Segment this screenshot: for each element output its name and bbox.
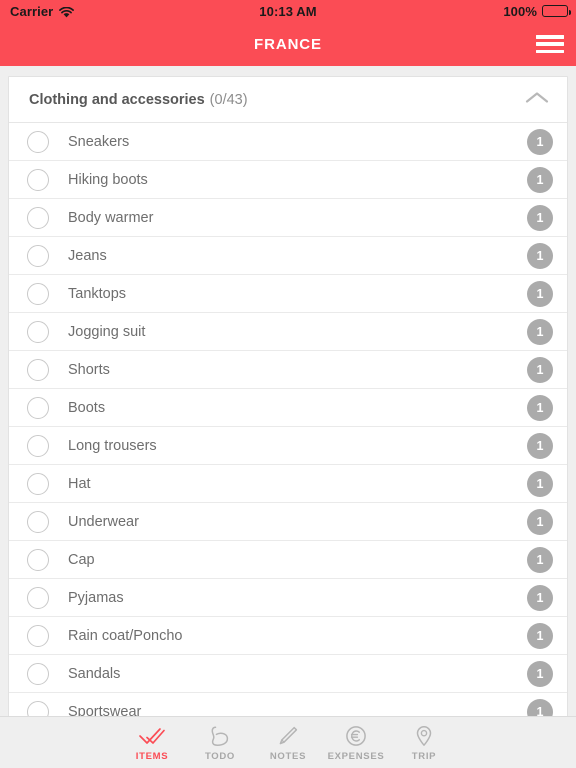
map-pin-icon: [413, 724, 435, 748]
item-quantity-badge[interactable]: 1: [527, 470, 553, 497]
item-label: Tanktops: [68, 285, 127, 302]
battery-full-icon: [542, 5, 571, 17]
items-scroll-area[interactable]: Clothing and accessories (0/43) Sneakers…: [0, 66, 576, 716]
double-check-icon: [138, 724, 166, 748]
item-checkbox[interactable]: [27, 472, 49, 495]
flexed-bicep-icon: [209, 724, 231, 748]
list-item[interactable]: Body warmer 1: [9, 199, 567, 237]
item-label: Hat: [68, 475, 91, 492]
item-checkbox[interactable]: [27, 701, 49, 716]
list-item[interactable]: Hiking boots 1: [9, 161, 567, 199]
item-checkbox[interactable]: [27, 434, 49, 457]
list-item[interactable]: Jeans 1: [9, 237, 567, 275]
item-checkbox[interactable]: [27, 662, 49, 685]
list-item[interactable]: Rain coat/Poncho 1: [9, 617, 567, 655]
status-bar-right: 100%: [503, 3, 571, 19]
list-item[interactable]: Jogging suit 1: [9, 313, 567, 351]
tab-label-todo: TODO: [204, 750, 236, 762]
item-checkbox[interactable]: [27, 396, 49, 419]
chevron-up-icon[interactable]: [525, 90, 549, 109]
list-item[interactable]: Long trousers 1: [9, 427, 567, 465]
euro-circle-icon: [345, 724, 367, 748]
tab-label-notes: NOTES: [269, 750, 307, 762]
item-checkbox[interactable]: [27, 244, 49, 267]
item-quantity-badge[interactable]: 1: [527, 166, 553, 193]
item-label: Cap: [68, 551, 95, 568]
item-checkbox[interactable]: [27, 624, 49, 647]
pencil-icon: [277, 724, 299, 748]
items-list: Sneakers 1 Hiking boots 1 Body warmer 1 Jeans 1…: [9, 123, 567, 716]
item-label: Underwear: [68, 513, 139, 530]
app-root: Carrier 10:13 AM 100% FRANCE Clothing an…: [0, 0, 576, 768]
item-quantity-badge[interactable]: 1: [527, 356, 553, 383]
item-quantity-badge[interactable]: 1: [527, 204, 553, 231]
item-label: Jogging suit: [68, 323, 146, 340]
item-checkbox[interactable]: [27, 586, 49, 609]
item-label: Boots: [68, 399, 106, 416]
navigation-bar: FRANCE: [0, 22, 576, 66]
item-checkbox[interactable]: [27, 206, 49, 229]
item-label: Sneakers: [68, 133, 130, 150]
list-item[interactable]: Tanktops 1: [9, 275, 567, 313]
list-item[interactable]: Hat 1: [9, 465, 567, 503]
item-quantity-badge[interactable]: 1: [527, 660, 553, 687]
tab-bar: ITEMS TODO NOTES EXPENSES TRIP: [0, 716, 576, 768]
item-checkbox[interactable]: [27, 130, 49, 153]
item-quantity-badge[interactable]: 1: [527, 508, 553, 535]
item-label: Rain coat/Poncho: [68, 627, 183, 644]
section-header-clothing[interactable]: Clothing and accessories (0/43): [9, 77, 567, 123]
item-label: Shorts: [68, 361, 110, 378]
item-checkbox[interactable]: [27, 282, 49, 305]
list-item[interactable]: Underwear 1: [9, 503, 567, 541]
item-label: Long trousers: [68, 437, 157, 454]
item-quantity-badge[interactable]: 1: [527, 622, 553, 649]
item-checkbox[interactable]: [27, 548, 49, 571]
status-bar-clock: 10:13 AM: [259, 3, 317, 19]
tab-label-expenses: EXPENSES: [327, 750, 385, 762]
section-count: (0/43): [209, 91, 248, 108]
item-label: Sportswear: [68, 704, 142, 716]
item-quantity-badge[interactable]: 1: [527, 584, 553, 611]
item-checkbox[interactable]: [27, 358, 49, 381]
list-item[interactable]: Cap 1: [9, 541, 567, 579]
list-item[interactable]: Shorts 1: [9, 351, 567, 389]
tab-todo[interactable]: TODO: [186, 724, 254, 762]
item-label: Jeans: [68, 247, 107, 264]
tab-notes[interactable]: NOTES: [254, 724, 322, 762]
section-title: Clothing and accessories: [29, 91, 205, 108]
item-checkbox[interactable]: [27, 320, 49, 343]
item-quantity-badge[interactable]: 1: [527, 699, 553, 716]
item-quantity-badge[interactable]: 1: [527, 318, 553, 345]
list-item[interactable]: Pyjamas 1: [9, 579, 567, 617]
list-item[interactable]: Sportswear 1: [9, 693, 567, 716]
item-label: Pyjamas: [68, 589, 124, 606]
tab-items[interactable]: ITEMS: [118, 724, 186, 762]
item-label: Body warmer: [68, 209, 154, 226]
item-quantity-badge[interactable]: 1: [527, 432, 553, 459]
item-quantity-badge[interactable]: 1: [527, 546, 553, 573]
list-item[interactable]: Sandals 1: [9, 655, 567, 693]
hamburger-menu-icon[interactable]: [536, 33, 564, 55]
item-checkbox[interactable]: [27, 168, 49, 191]
item-quantity-badge[interactable]: 1: [527, 242, 553, 269]
item-checkbox[interactable]: [27, 510, 49, 533]
page-title: FRANCE: [254, 35, 322, 53]
item-quantity-badge[interactable]: 1: [527, 280, 553, 307]
battery-percent-label: 100%: [503, 3, 537, 19]
item-quantity-badge[interactable]: 1: [527, 394, 553, 421]
item-quantity-badge[interactable]: 1: [527, 128, 553, 155]
tab-expenses[interactable]: EXPENSES: [322, 724, 390, 762]
tab-label-items: ITEMS: [135, 750, 169, 762]
status-bar: Carrier 10:13 AM 100%: [0, 0, 576, 22]
tab-trip[interactable]: TRIP: [390, 724, 458, 762]
tab-label-trip: TRIP: [411, 750, 437, 762]
items-card: Clothing and accessories (0/43) Sneakers…: [8, 76, 568, 716]
list-item[interactable]: Boots 1: [9, 389, 567, 427]
list-item[interactable]: Sneakers 1: [9, 123, 567, 161]
item-label: Sandals: [68, 665, 121, 682]
item-label: Hiking boots: [68, 171, 148, 188]
